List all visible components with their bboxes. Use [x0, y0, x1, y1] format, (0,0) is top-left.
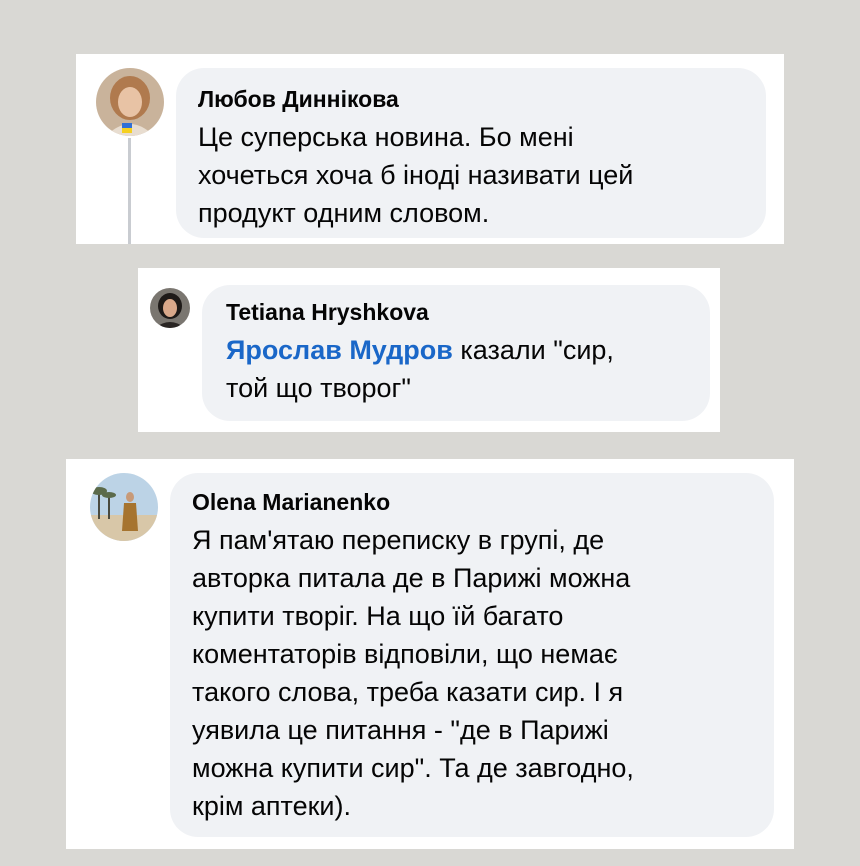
mention-link[interactable]: Ярослав Мудров: [226, 335, 453, 365]
avatar[interactable]: [150, 288, 190, 328]
comment-text: Це суперська новина. Бо мені хочеться хо…: [198, 122, 634, 228]
comment-bubble: Olena Marianenko Я пам'ятаю переписку в …: [170, 473, 774, 837]
user-avatar-icon: [150, 288, 190, 328]
avatar[interactable]: [96, 68, 164, 136]
user-avatar-icon: [96, 68, 164, 136]
comment-text: Я пам'ятаю переписку в групі, де авторка…: [192, 525, 634, 821]
comment-author[interactable]: Olena Marianenko: [192, 487, 752, 517]
avatar[interactable]: [90, 473, 158, 541]
comment-bubble: Tetiana Hryshkova Ярослав Мудров казали …: [202, 285, 710, 421]
comment-bubble: Любов Диннікова Це суперська новина. Бо …: [176, 68, 766, 238]
comment-author[interactable]: Tetiana Hryshkova: [226, 297, 686, 327]
comment-text: Ярослав Мудров казали "сир, той що творо…: [226, 331, 686, 407]
comment-author[interactable]: Любов Диннікова: [198, 84, 744, 114]
comment-card: Любов Диннікова Це суперська новина. Бо …: [76, 54, 784, 244]
comment-card: Tetiana Hryshkova Ярослав Мудров казали …: [138, 268, 720, 432]
thread-line: [128, 138, 131, 244]
user-avatar-icon: [90, 473, 158, 541]
comment-card: Olena Marianenko Я пам'ятаю переписку в …: [66, 459, 794, 849]
